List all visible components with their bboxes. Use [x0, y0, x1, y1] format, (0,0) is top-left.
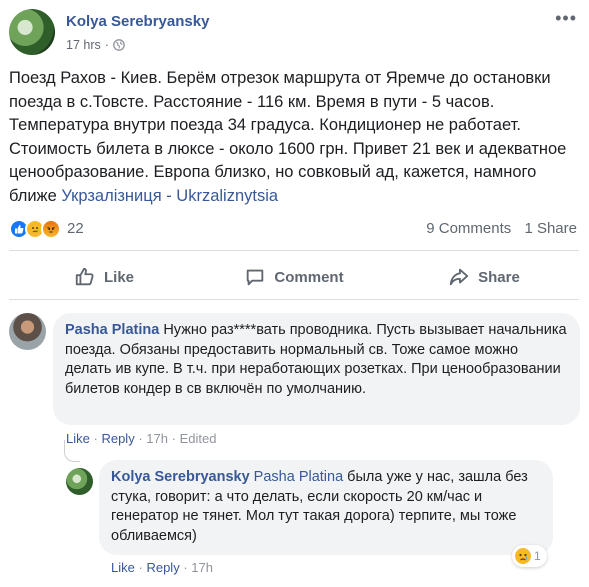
post-timestamp[interactable]: 17 hrs — [66, 38, 101, 52]
tagged-page-link[interactable]: Укрзалізниця - Ukrzaliznytsia — [61, 187, 278, 205]
comment-time[interactable]: 17h — [146, 431, 168, 446]
reply-bubble: Kolya Serebryansky Pasha Platina была уж… — [99, 460, 553, 555]
author-avatar[interactable] — [9, 9, 55, 55]
comments-count[interactable]: 9 Comments — [426, 220, 511, 237]
separator: · — [171, 431, 176, 446]
separator: · — [138, 431, 143, 446]
post-actions-bar: Like Comment Share — [9, 257, 579, 297]
reply-actions: Like · Reply · 17h — [111, 560, 213, 575]
share-button[interactable]: Share — [389, 257, 579, 297]
thumbs-up-icon — [75, 267, 94, 286]
reactions-count[interactable]: 22 — [67, 220, 84, 237]
reply-author-avatar[interactable] — [66, 468, 93, 495]
post-header: Kolya Serebryansky 17 hrs · ••• — [9, 9, 579, 59]
divider — [9, 250, 579, 251]
reply-time[interactable]: 17h — [191, 560, 213, 575]
post-text: Поезд Рахов - Киев. Берём отрезок маршру… — [9, 67, 574, 208]
engagement-stats: 9 Comments 1 Share — [417, 220, 577, 237]
post-author-name[interactable]: Kolya Serebryansky — [66, 13, 209, 30]
meta-separator: · — [104, 38, 109, 52]
comment-label: Comment — [274, 268, 344, 286]
comment-icon — [247, 269, 264, 286]
sad-reaction-icon — [515, 548, 531, 564]
reply-thread-line — [64, 440, 80, 462]
separator: · — [93, 431, 98, 446]
reply-reaction-count: 1 — [534, 549, 541, 563]
post-meta: 17 hrs · — [66, 38, 125, 52]
shares-count[interactable]: 1 Share — [524, 220, 577, 237]
comment-bubble: Pasha Platina Нужно раз****вать проводни… — [53, 313, 580, 425]
separator: · — [138, 560, 143, 575]
reactions-summary[interactable]: 22 9 Comments 1 Share — [9, 216, 579, 242]
globe-icon[interactable] — [113, 39, 125, 51]
comment-edited[interactable]: Edited — [180, 431, 217, 446]
reply-like-link[interactable]: Like — [111, 560, 135, 575]
comment-reply-link[interactable]: Reply — [101, 431, 134, 446]
reply-mention[interactable]: Pasha Platina — [254, 469, 343, 485]
angry-reaction-icon — [41, 219, 61, 239]
divider — [9, 299, 579, 300]
comment-author[interactable]: Pasha Platina — [65, 322, 159, 338]
like-label: Like — [103, 268, 134, 286]
reply-author[interactable]: Kolya Serebryansky — [111, 469, 250, 485]
reply-reply-link[interactable]: Reply — [146, 560, 179, 575]
share-icon — [449, 268, 469, 286]
facebook-post: Kolya Serebryansky 17 hrs · ••• Поезд Ра… — [0, 0, 589, 587]
more-options-icon[interactable]: ••• — [555, 9, 577, 27]
like-button[interactable]: Like — [9, 257, 199, 297]
share-label: Share — [478, 268, 520, 286]
post-body: Поезд Рахов - Киев. Берём отрезок маршру… — [9, 69, 567, 205]
comment-actions: Like · Reply · 17h · Edited — [66, 431, 216, 446]
commenter-avatar[interactable] — [9, 313, 46, 350]
comment-button[interactable]: Comment — [199, 257, 389, 297]
reply-reaction-badge[interactable]: 1 — [512, 545, 547, 567]
separator: · — [183, 560, 188, 575]
